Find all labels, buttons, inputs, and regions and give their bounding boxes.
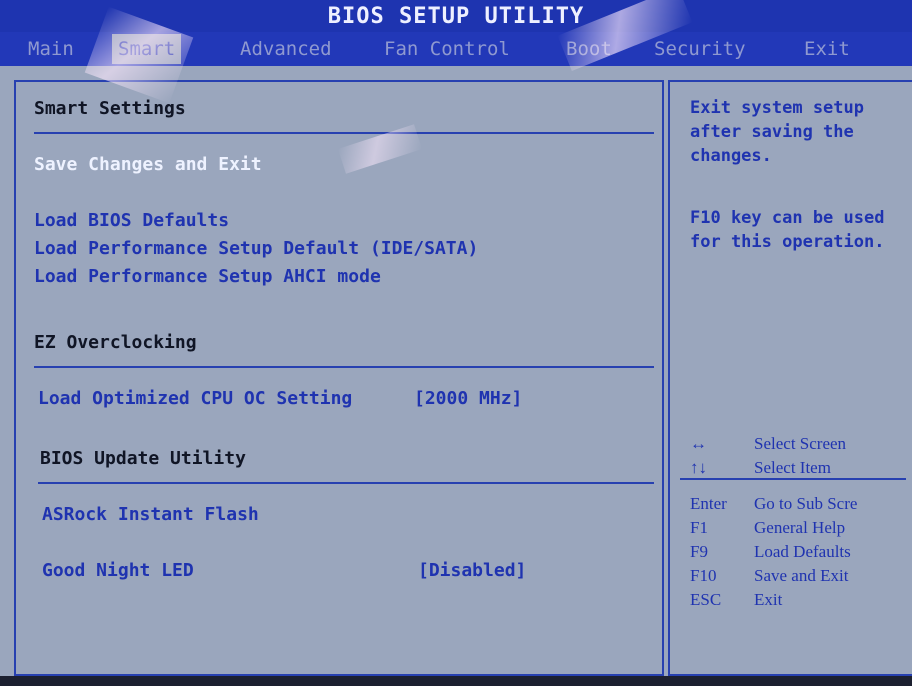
ez-overclocking-heading: EZ Overclocking bbox=[34, 332, 197, 353]
load-performance-ide-item[interactable]: Load Performance Setup Default (IDE/SATA… bbox=[34, 238, 478, 259]
smart-settings-heading: Smart Settings bbox=[34, 98, 186, 119]
bios-title: BIOS SETUP UTILITY bbox=[0, 0, 912, 32]
tab-exit[interactable]: Exit bbox=[798, 34, 856, 64]
key-description: Select Screen bbox=[754, 434, 847, 453]
menu-bar: Main Smart Advanced Fan Control Boot Sec… bbox=[0, 32, 912, 66]
tab-smart[interactable]: Smart bbox=[112, 34, 182, 64]
tab-main[interactable]: Main bbox=[22, 34, 80, 64]
good-night-led-item[interactable]: Good Night LED bbox=[42, 560, 194, 581]
separator bbox=[34, 366, 654, 368]
key-name: F9 bbox=[690, 542, 708, 561]
key-description: Select Item bbox=[754, 458, 831, 477]
key-name: F10 bbox=[690, 566, 717, 585]
key-description: Go to Sub Scre bbox=[754, 494, 858, 513]
help-line: changes. bbox=[690, 146, 772, 166]
bios-screen: BIOS SETUP UTILITY Main Smart Advanced F… bbox=[0, 0, 912, 686]
help-panel: Exit system setup after saving the chang… bbox=[668, 80, 912, 676]
main-panel: Smart Settings Save Changes and Exit Loa… bbox=[14, 80, 664, 676]
tab-boot[interactable]: Boot bbox=[560, 34, 618, 64]
good-night-led-value[interactable]: [Disabled] bbox=[418, 560, 526, 581]
key-description: Exit bbox=[754, 590, 783, 609]
tab-advanced[interactable]: Advanced bbox=[234, 34, 338, 64]
asrock-instant-flash-item[interactable]: ASRock Instant Flash bbox=[42, 504, 259, 525]
help-line: Exit system setup bbox=[690, 98, 864, 118]
key-name: Enter bbox=[690, 494, 727, 513]
bios-update-utility-heading: BIOS Update Utility bbox=[40, 448, 246, 469]
key-description: Save and Exit bbox=[754, 566, 849, 585]
cpu-oc-value[interactable]: [2000 MHz] bbox=[414, 388, 522, 409]
save-changes-and-exit-item[interactable]: Save Changes and Exit bbox=[34, 154, 262, 175]
help-line: after saving the bbox=[690, 122, 854, 142]
key-description: General Help bbox=[754, 518, 846, 537]
tab-security[interactable]: Security bbox=[648, 34, 752, 64]
arrows-vertical-icon: ↑↓ bbox=[690, 458, 707, 477]
screen-bezel bbox=[0, 676, 912, 686]
separator bbox=[34, 132, 654, 134]
load-bios-defaults-item[interactable]: Load BIOS Defaults bbox=[34, 210, 229, 231]
arrows-horizontal-icon: ↔ bbox=[690, 434, 707, 453]
help-line: F10 key can be used bbox=[690, 208, 885, 228]
key-description: Load Defaults bbox=[754, 542, 851, 561]
load-performance-ahci-item[interactable]: Load Performance Setup AHCI mode bbox=[34, 266, 381, 287]
key-name: ESC bbox=[690, 590, 722, 609]
help-line: for this operation. bbox=[690, 232, 885, 252]
tab-fan-control[interactable]: Fan Control bbox=[378, 34, 516, 64]
load-optimized-cpu-oc-item[interactable]: Load Optimized CPU OC Setting bbox=[38, 388, 352, 409]
separator bbox=[680, 478, 906, 480]
separator bbox=[38, 482, 654, 484]
key-name: F1 bbox=[690, 518, 708, 537]
